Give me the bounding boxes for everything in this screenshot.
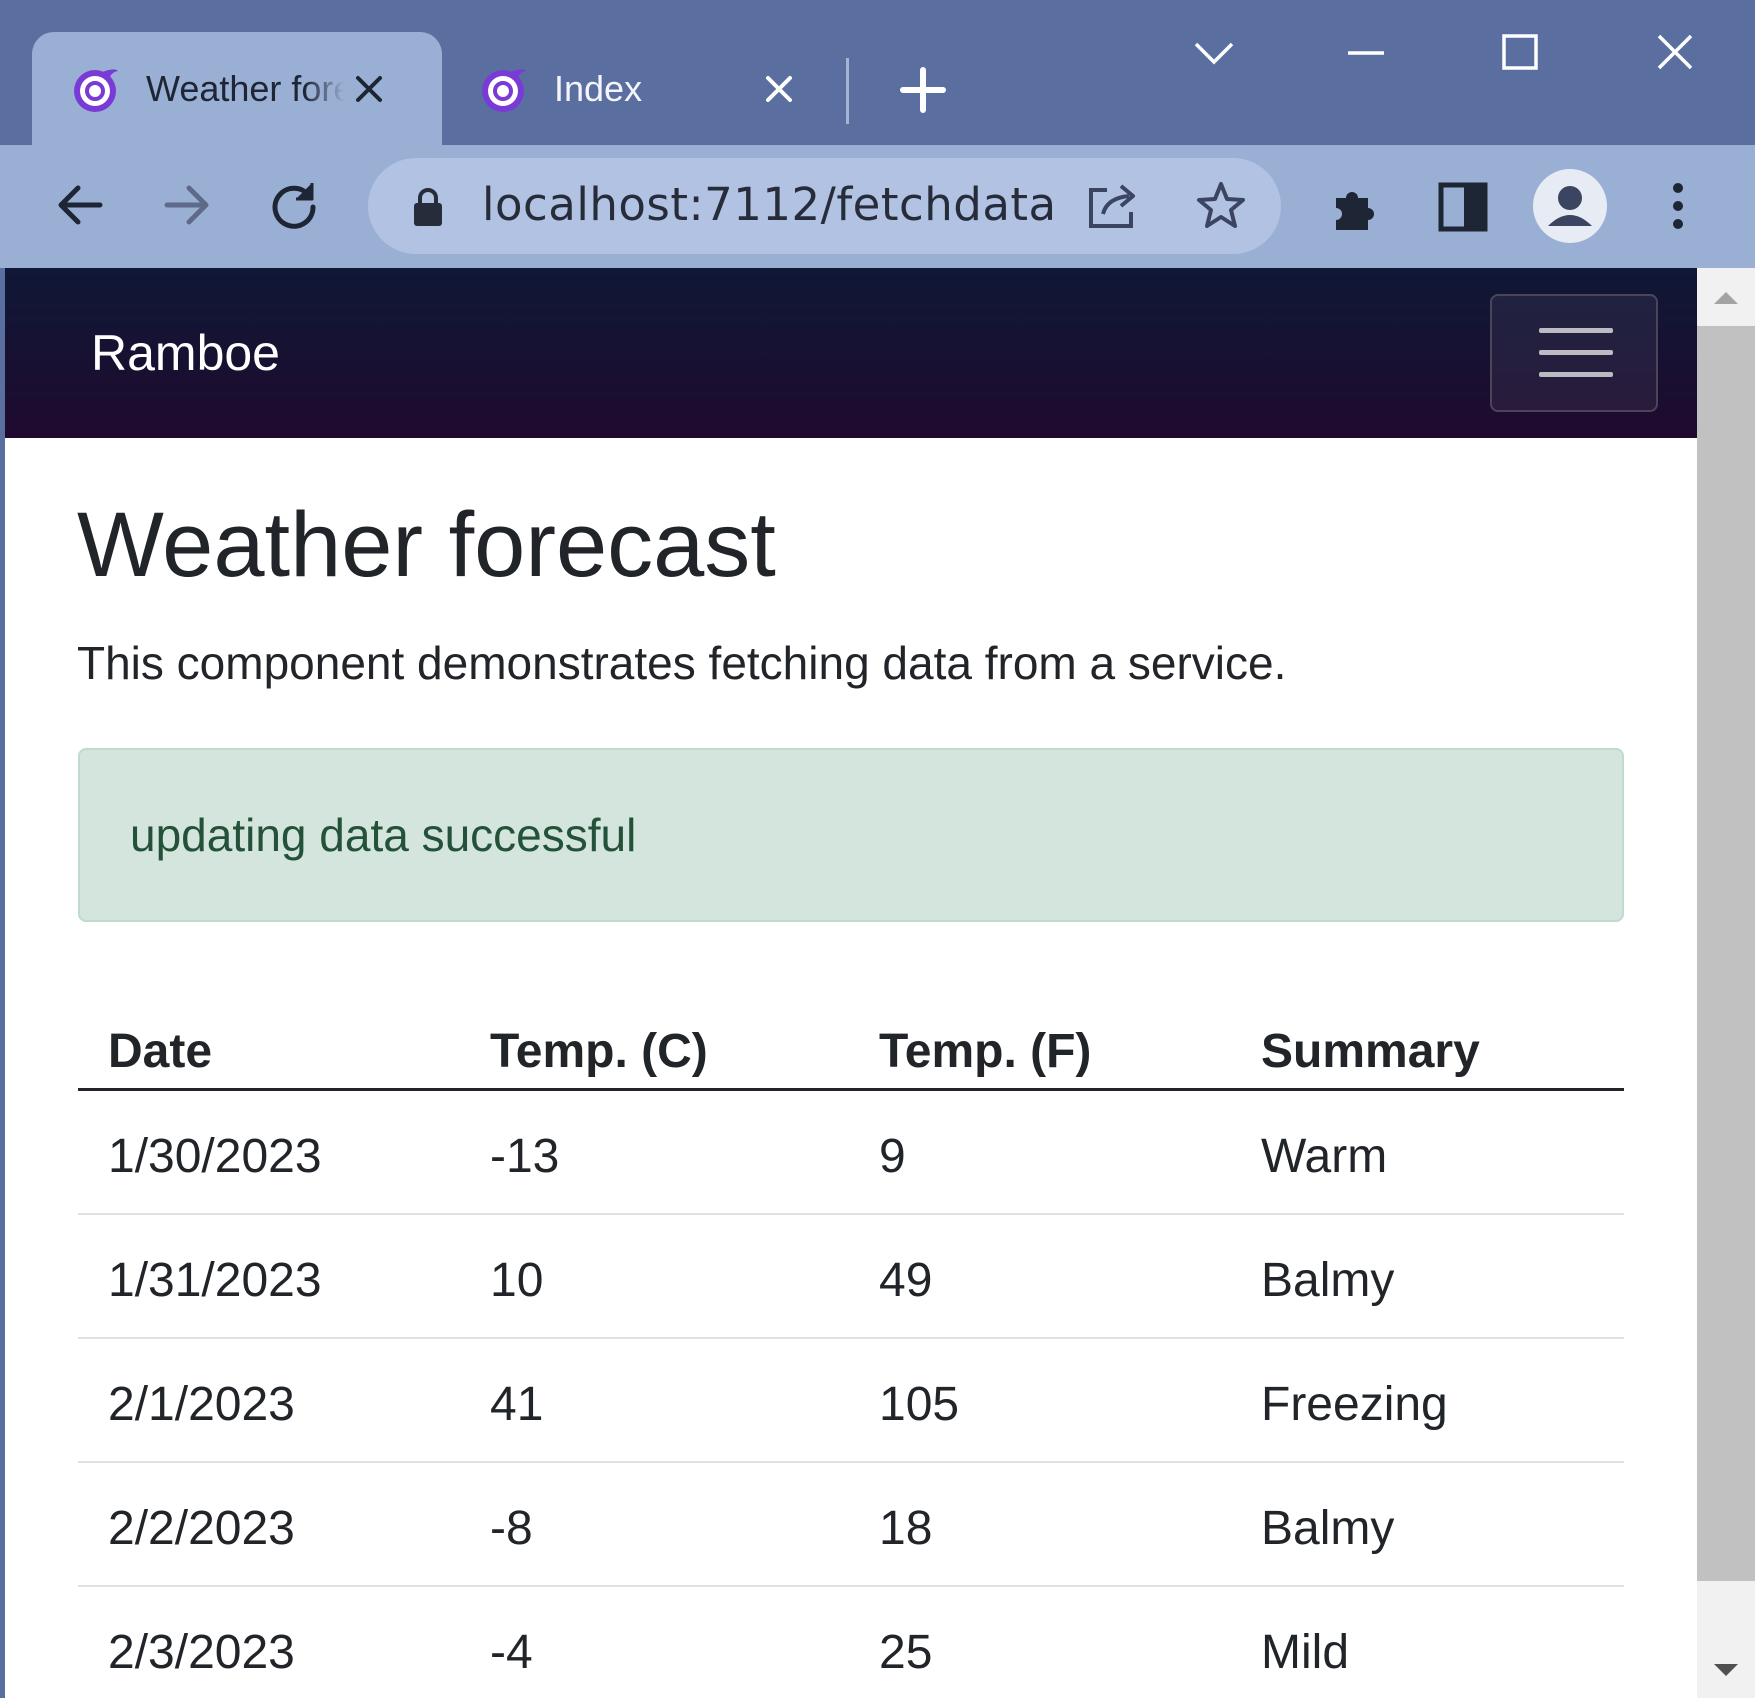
cell-temp-f: 105	[879, 1378, 960, 1431]
cell-summary: Balmy	[1261, 1502, 1395, 1555]
cell-summary: Warm	[1261, 1130, 1388, 1183]
column-header-summary: Summary	[1261, 1025, 1480, 1078]
bookmark-star-icon[interactable]	[1194, 180, 1248, 232]
table-row: 2/1/2023 41 105 Freezing	[78, 1339, 1624, 1463]
cell-summary: Mild	[1261, 1626, 1350, 1679]
blazor-app-icon	[482, 68, 526, 112]
cell-temp-c: 10	[490, 1254, 544, 1307]
table-row: 1/30/2023 -13 9 Warm	[78, 1091, 1624, 1215]
extensions-puzzle-icon[interactable]	[1330, 182, 1382, 234]
tab-index[interactable]: Index	[478, 32, 838, 145]
more-menu-icon[interactable]	[1666, 180, 1690, 232]
table-row: 2/2/2023 -8 18 Balmy	[78, 1463, 1624, 1587]
close-tab-icon[interactable]	[764, 74, 794, 104]
tab-search-chevron-down-icon[interactable]	[1184, 30, 1244, 76]
page-title: Weather forecast	[77, 494, 776, 596]
hamburger-icon	[1539, 328, 1613, 333]
cell-temp-c: -8	[490, 1502, 533, 1555]
tab-weather-forecast[interactable]: Weather forecast	[32, 32, 442, 145]
tab-title: Index	[554, 67, 643, 109]
cell-date: 1/31/2023	[108, 1254, 322, 1307]
cell-summary: Freezing	[1261, 1378, 1448, 1431]
page-viewport: Ramboe Weather forecast This component d…	[5, 268, 1697, 1698]
app-header: Ramboe	[5, 268, 1697, 438]
vertical-scrollbar[interactable]	[1697, 268, 1755, 1698]
column-header-date: Date	[108, 1025, 213, 1078]
cell-temp-f: 25	[879, 1626, 933, 1679]
forward-arrow-icon[interactable]	[157, 175, 217, 235]
cell-date: 2/2/2023	[108, 1502, 295, 1555]
lock-icon[interactable]	[408, 186, 448, 228]
alert-text: updating data successful	[130, 809, 637, 861]
cell-date: 1/30/2023	[108, 1130, 322, 1183]
profile-avatar-icon[interactable]	[1532, 168, 1608, 244]
cell-temp-c: -13	[490, 1130, 560, 1183]
side-panel-icon[interactable]	[1438, 182, 1488, 232]
table-row: 2/3/2023 -4 25 Mild	[78, 1587, 1624, 1698]
weather-table: Date Temp. (C) Temp. (F) Summary 1/30/20…	[78, 988, 1624, 1698]
scroll-up-arrow-icon[interactable]	[1711, 286, 1741, 308]
hamburger-icon	[1539, 372, 1613, 377]
maximize-icon[interactable]	[1490, 30, 1550, 76]
back-arrow-icon[interactable]	[50, 175, 110, 235]
cell-summary: Balmy	[1261, 1254, 1395, 1307]
column-header-temp-c: Temp. (C)	[490, 1025, 708, 1078]
hamburger-icon	[1539, 350, 1613, 355]
table-header-row: Date Temp. (C) Temp. (F) Summary	[78, 988, 1624, 1091]
cell-temp-f: 18	[879, 1502, 933, 1555]
nav-menu-toggle-button[interactable]	[1490, 294, 1658, 412]
brand-link[interactable]: Ramboe	[91, 324, 280, 382]
scroll-down-arrow-icon[interactable]	[1711, 1660, 1741, 1682]
share-icon[interactable]	[1085, 180, 1141, 232]
column-header-temp-f: Temp. (F)	[879, 1025, 1092, 1078]
close-tab-icon[interactable]	[354, 74, 384, 104]
blazor-app-icon	[74, 68, 118, 112]
success-alert: updating data successful	[78, 748, 1624, 922]
cell-date: 2/3/2023	[108, 1626, 295, 1679]
scrollbar-thumb[interactable]	[1697, 326, 1755, 1581]
cell-temp-c: -4	[490, 1626, 533, 1679]
table-row: 1/31/2023 10 49 Balmy	[78, 1215, 1624, 1339]
intro-text: This component demonstrates fetching dat…	[77, 637, 1287, 689]
reload-icon[interactable]	[264, 175, 324, 235]
minimize-icon[interactable]	[1336, 30, 1396, 76]
tab-separator	[846, 58, 849, 124]
tab-title: Weather forecast	[146, 67, 344, 109]
cell-temp-f: 49	[879, 1254, 933, 1307]
url-text[interactable]: localhost:7112/fetchdata	[482, 178, 1057, 231]
close-window-icon[interactable]	[1645, 30, 1705, 76]
cell-temp-c: 41	[490, 1378, 544, 1431]
cell-temp-f: 9	[879, 1130, 906, 1183]
cell-date: 2/1/2023	[108, 1378, 295, 1431]
new-tab-plus-icon[interactable]	[890, 62, 956, 118]
